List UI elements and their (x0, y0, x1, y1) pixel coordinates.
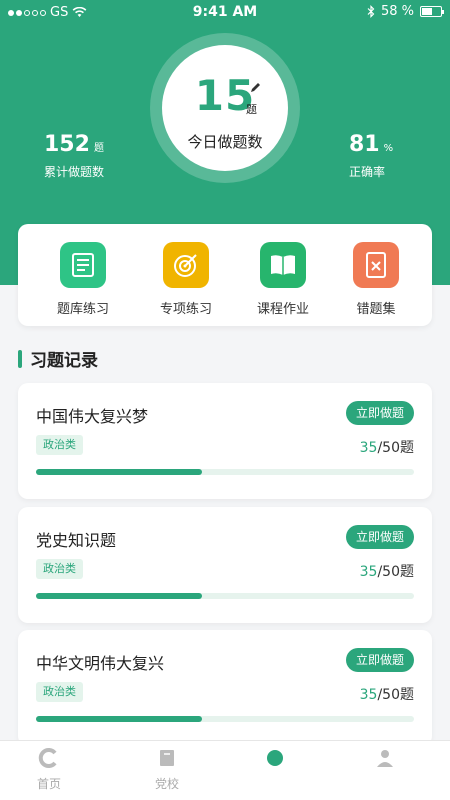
bluetooth-icon (367, 5, 375, 18)
pencil-icon (251, 83, 260, 92)
done-count: 35 (359, 564, 378, 580)
category-tag: 政治类 (36, 682, 83, 702)
record-card[interactable]: 中华文明伟大复兴 立即做题 政治类 35/50题 (18, 630, 432, 746)
today-label: 今日做题数 (187, 133, 263, 151)
start-practice-button[interactable]: 立即做题 (345, 648, 414, 672)
quick-action-question-bank[interactable]: 题库练习 (33, 242, 133, 317)
start-practice-button[interactable]: 立即做题 (345, 401, 414, 425)
tab-label: 党校 (154, 777, 179, 791)
wrong-notebook-icon (353, 242, 399, 288)
total-count: /50题 (377, 440, 414, 456)
quick-action-wrong-questions[interactable]: 错题集 (326, 242, 426, 317)
quick-action-label: 题库练习 (56, 302, 109, 317)
battery-percent: 58 % (380, 4, 414, 19)
accuracy-stat: 81% 正确率 (349, 132, 393, 180)
section-header: 习题记录 (18, 346, 98, 371)
home-icon (38, 747, 60, 769)
progress-count: 35/50题 (360, 684, 414, 704)
accuracy-value: 81 (349, 132, 380, 157)
record-card[interactable]: 党史知识题 立即做题 政治类 35/50题 (18, 507, 432, 623)
progress-count: 35/50题 (360, 561, 414, 581)
tab-practice[interactable] (230, 747, 320, 775)
bottom-tab-bar: 首页 党校 (0, 740, 450, 800)
category-tag: 政治类 (36, 435, 83, 455)
progress-fill (36, 469, 203, 475)
today-count: 15 (194, 71, 256, 120)
total-label: 累计做题数 (44, 165, 105, 179)
battery-icon (420, 6, 444, 17)
progress-fill (36, 716, 203, 722)
record-title: 中国伟大复兴梦 (36, 407, 149, 426)
profile-icon (374, 747, 396, 769)
total-unit: 题 (93, 143, 104, 154)
category-tag: 政治类 (36, 559, 83, 579)
total-count: 152 (44, 132, 90, 157)
tab-profile[interactable] (340, 747, 430, 775)
progress-fill (36, 593, 203, 599)
total-count: /50题 (377, 687, 414, 703)
progress-bar (36, 716, 414, 722)
school-icon (156, 747, 178, 769)
today-count-ring: 15 题 今日做题数 (150, 33, 300, 183)
total-questions-stat: 152 题 累计做题数 (44, 132, 104, 180)
quick-action-special[interactable]: 专项练习 (136, 242, 236, 317)
practice-icon (264, 747, 286, 769)
done-count: 35 (359, 440, 378, 456)
accuracy-unit: % (383, 143, 394, 154)
today-unit: 题 (246, 103, 257, 116)
record-title: 中华文明伟大复兴 (36, 654, 165, 673)
progress-bar (36, 469, 414, 475)
accuracy-label: 正确率 (349, 165, 386, 179)
record-card[interactable]: 中国伟大复兴梦 立即做题 政治类 35/50题 (18, 383, 432, 499)
tab-home[interactable]: 首页 (4, 747, 94, 792)
quick-action-coursework[interactable]: 课程作业 (233, 242, 333, 317)
target-icon (163, 242, 209, 288)
total-count: /50题 (377, 564, 414, 580)
quick-action-label: 课程作业 (256, 302, 309, 317)
quick-action-label: 专项练习 (159, 302, 212, 317)
progress-count: 35/50题 (360, 437, 414, 457)
book-icon (260, 242, 306, 288)
progress-bar (36, 593, 414, 599)
start-practice-button[interactable]: 立即做题 (345, 525, 414, 549)
section-accent-bar (18, 349, 22, 368)
question-bank-icon (60, 242, 106, 288)
status-bar: GS 9:41 AM 58 % (0, 0, 450, 26)
quick-action-label: 错题集 (356, 302, 396, 317)
record-title: 党史知识题 (36, 531, 117, 550)
quick-actions-panel: 题库练习 专项练习 课程作业 错题集 (18, 224, 432, 326)
tab-label: 首页 (36, 777, 61, 791)
tab-school[interactable]: 党校 (122, 747, 212, 792)
done-count: 35 (359, 687, 378, 703)
section-title: 习题记录 (30, 351, 98, 371)
